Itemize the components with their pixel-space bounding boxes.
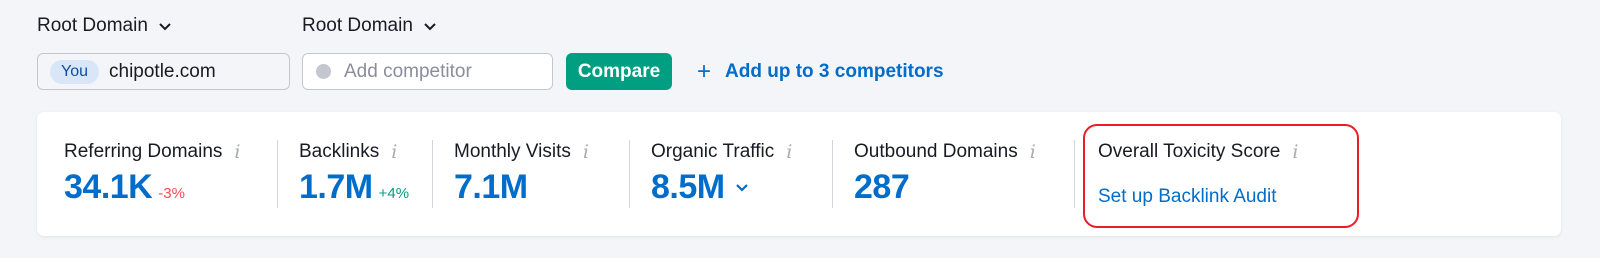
metric-title: Outbound Domains bbox=[854, 141, 1018, 162]
divider bbox=[629, 140, 630, 208]
metric-value[interactable]: 287 bbox=[854, 168, 910, 207]
metric-title: Monthly Visits bbox=[454, 141, 571, 162]
competitor-input[interactable] bbox=[344, 60, 544, 83]
info-icon[interactable]: i bbox=[1292, 141, 1298, 163]
compare-button[interactable]: Compare bbox=[566, 53, 672, 90]
chevron-down-icon bbox=[159, 23, 171, 31]
metric-value[interactable]: 8.5M bbox=[651, 168, 725, 207]
add-competitors-link[interactable]: + Add up to 3 competitors bbox=[697, 60, 944, 84]
add-competitors-label: Add up to 3 competitors bbox=[725, 61, 944, 82]
competitor-scope-label: Root Domain bbox=[302, 15, 413, 36]
metric-title: Organic Traffic bbox=[651, 141, 775, 162]
competitor-color-dot bbox=[316, 64, 331, 79]
metrics-card: Referring Domains i 34.1K -3% Backlinks … bbox=[37, 112, 1561, 236]
metric-value[interactable]: 7.1M bbox=[454, 168, 528, 207]
info-icon[interactable]: i bbox=[234, 141, 240, 163]
info-icon[interactable]: i bbox=[786, 141, 792, 163]
you-scope-dropdown[interactable]: Root Domain bbox=[37, 15, 172, 37]
info-icon[interactable]: i bbox=[391, 141, 397, 163]
metric-title: Referring Domains bbox=[64, 141, 223, 162]
divider bbox=[832, 140, 833, 208]
divider bbox=[1074, 140, 1075, 208]
your-domain-field[interactable]: You chipotle.com bbox=[37, 53, 290, 90]
plus-icon: + bbox=[697, 58, 712, 85]
setup-backlink-audit-link[interactable]: Set up Backlink Audit bbox=[1098, 186, 1277, 208]
divider bbox=[432, 140, 433, 208]
metric-value[interactable]: 1.7M bbox=[299, 168, 373, 207]
you-badge: You bbox=[50, 59, 99, 84]
metric-title: Backlinks bbox=[299, 141, 380, 162]
competitor-scope-dropdown[interactable]: Root Domain bbox=[302, 15, 437, 37]
chevron-down-icon bbox=[424, 23, 436, 31]
divider bbox=[277, 140, 278, 208]
info-icon[interactable]: i bbox=[583, 141, 589, 163]
metric-value[interactable]: 34.1K bbox=[64, 168, 153, 207]
metric-delta: +4% bbox=[378, 185, 410, 202]
competitor-field[interactable] bbox=[302, 53, 553, 90]
your-domain-value: chipotle.com bbox=[109, 60, 216, 82]
metric-title: Overall Toxicity Score bbox=[1098, 141, 1281, 162]
chevron-down-icon[interactable] bbox=[735, 181, 749, 195]
you-scope-label: Root Domain bbox=[37, 15, 148, 36]
metric-delta: -3% bbox=[158, 185, 185, 202]
info-icon[interactable]: i bbox=[1030, 141, 1036, 163]
